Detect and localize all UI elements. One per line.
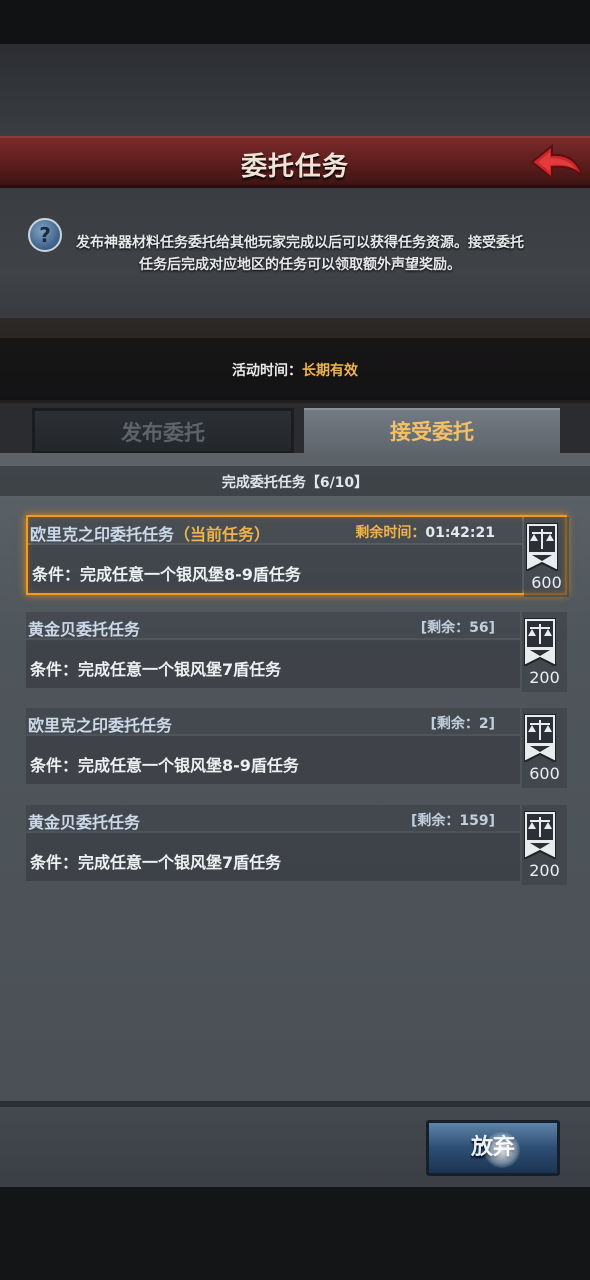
screen: 委托任务 ? 发布神器材料任务委托给其他玩家完成以后可以获得任务资源。接受委托任… bbox=[0, 0, 590, 1280]
scales-banner-icon bbox=[524, 811, 556, 859]
tab-accept[interactable]: 接受委托 bbox=[304, 408, 560, 454]
reward-amount: 600 bbox=[531, 573, 562, 592]
task-item[interactable]: 欧里克之印委托任务 [剩余：2] 条件：完成任意一个银风堡8-9盾任务 600 bbox=[26, 708, 567, 788]
status-area bbox=[0, 0, 590, 44]
question-icon[interactable]: ? bbox=[28, 218, 62, 252]
activity-value: 长期有效 bbox=[302, 363, 358, 379]
scales-banner-icon bbox=[526, 523, 558, 571]
task-condition: 条件：完成任意一个银风堡8-9盾任务 bbox=[30, 756, 299, 775]
back-arrow-icon[interactable] bbox=[528, 140, 584, 184]
scales-banner-icon bbox=[524, 618, 556, 666]
progress-text: 完成委托任务【6/10】 bbox=[221, 475, 369, 491]
tab-publish[interactable]: 发布委托 bbox=[32, 408, 294, 454]
reward-amount: 200 bbox=[529, 861, 560, 880]
task-remaining: [剩余：2] bbox=[430, 716, 495, 732]
task-name: 欧里克之印委托任务 bbox=[28, 716, 173, 735]
task-item[interactable]: 黄金贝委托任务 [剩余：56] 条件：完成任意一个银风堡7盾任务 200 bbox=[26, 612, 567, 692]
bottom-letterbox bbox=[0, 1187, 590, 1280]
task-condition: 条件：完成任意一个银风堡7盾任务 bbox=[30, 853, 282, 872]
page-title: 委托任务 bbox=[240, 152, 349, 182]
task-name: 黄金贝委托任务 bbox=[28, 813, 141, 832]
task-remaining: [剩余：159] bbox=[410, 813, 495, 829]
timer-value: 01:42:21 bbox=[425, 525, 495, 541]
reward-amount: 600 bbox=[529, 764, 560, 783]
task-name-text: 欧里克之印委托任务 bbox=[30, 525, 175, 544]
task-condition: 条件：完成任意一个银风堡7盾任务 bbox=[30, 660, 282, 679]
title-bar: 委托任务 bbox=[0, 136, 590, 188]
description-text: 发布神器材料任务委托给其他玩家完成以后可以获得任务资源。接受委托任务后完成对应地… bbox=[76, 235, 524, 273]
touch-indicator bbox=[484, 1132, 520, 1168]
task-name: 黄金贝委托任务 bbox=[28, 620, 141, 639]
current-task-tag: （当前任务） bbox=[174, 525, 271, 544]
task-timer: 剩余时间：01:42:21 bbox=[355, 522, 495, 542]
activity-label: 活动时间： bbox=[232, 363, 302, 379]
task-item[interactable]: 黄金贝委托任务 [剩余：159] 条件：完成任意一个银风堡7盾任务 200 bbox=[26, 805, 567, 885]
top-backdrop bbox=[0, 44, 590, 136]
activity-time: 活动时间：长期有效 bbox=[0, 360, 590, 380]
task-condition: 条件：完成任意一个银风堡8-9盾任务 bbox=[32, 565, 301, 584]
timer-label: 剩余时间： bbox=[355, 525, 426, 541]
scales-banner-icon bbox=[524, 714, 556, 762]
task-item-current[interactable]: 欧里克之印委托任务（当前任务） 剩余时间：01:42:21 条件：完成任意一个银… bbox=[26, 515, 569, 597]
task-name: 欧里克之印委托任务（当前任务） bbox=[30, 521, 270, 545]
task-remaining: [剩余：56] bbox=[420, 620, 495, 636]
reward-amount: 200 bbox=[529, 668, 560, 687]
